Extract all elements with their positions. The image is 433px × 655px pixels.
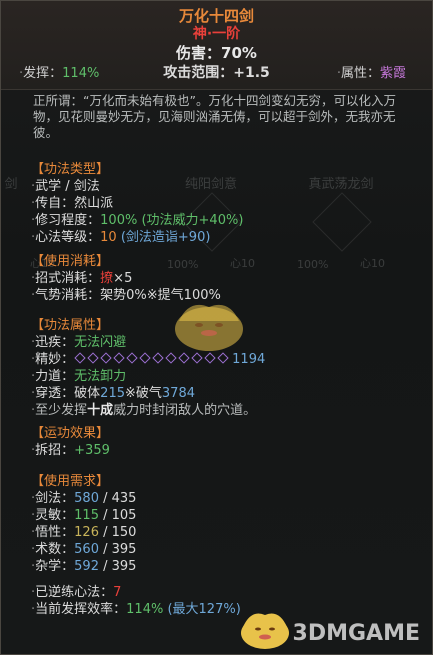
xinfa-row: ·心法等级：10 (剑法造诣+90) <box>31 230 211 245</box>
diamond-icon <box>126 352 138 364</box>
parry-label: 拆招： <box>35 443 75 458</box>
move-cost-row: ·招式消耗：撩×5 <box>31 271 133 286</box>
requirement-row: ·灵敏：115 / 105 <box>31 508 137 523</box>
mascot-logo-icon <box>241 613 289 649</box>
reverse-row: ·已逆练心法：7 <box>31 585 122 600</box>
penetration-row: ·穿透：破体215※破气3784 <box>31 386 195 401</box>
efficiency-value: 114% <box>126 602 164 617</box>
diamond-icon <box>152 352 164 364</box>
requirement-label: 杂学： <box>35 559 75 574</box>
practice-row: ·修习程度：100% (功法威力+40%) <box>31 213 244 228</box>
requirement-row: ·悟性：126 / 150 <box>31 525 137 540</box>
section-heading: 【使用消耗】 <box>31 254 110 269</box>
section-heading: 【使用需求】 <box>31 474 110 489</box>
mascot-watermark-icon <box>175 304 243 351</box>
wuxue-row: ·武学 / 剑法 <box>31 179 100 194</box>
parry-row: ·拆招：+359 <box>31 443 110 458</box>
efficiency-row: ·当前发挥效率：114% (最大127%) <box>31 602 241 617</box>
header-stats-row: ·发挥：114% 攻击范围：+1.5 ·属性：紫霞 <box>1 62 432 82</box>
diamond-icon <box>113 352 125 364</box>
section-heading: 【功法类型】 <box>31 162 110 177</box>
requirement-row: ·术数：560 / 395 <box>31 542 137 557</box>
diamond-icon <box>100 352 112 364</box>
attribute-stat: ·属性：紫霞 <box>336 66 406 81</box>
xinfa-bonus: (剑法造诣+90) <box>120 230 211 245</box>
effect-post: 威力时封闭敌人的穴道。 <box>113 403 257 418</box>
efficiency-label: 当前发挥效率： <box>35 602 127 617</box>
source-row: ·传自：然山派 <box>31 196 114 211</box>
skill-cost-section: 【使用消耗】 ·招式消耗：撩×5 ·气势消耗：架势0%※提气100% <box>31 250 420 303</box>
diamond-icon <box>139 352 151 364</box>
skill-bottom-section: ·已逆练心法：7 ·当前发挥效率：114% (最大127%) <box>31 581 420 617</box>
requirement-row: ·剑法：580 / 435 <box>31 491 137 506</box>
tooltip-header: 万化十四剑 神·一阶 伤害：70% ·发挥：114% 攻击范围：+1.5 ·属性… <box>1 1 432 90</box>
attribute-value: 紫霞 <box>379 66 406 81</box>
efficiency-max: (最大127%) <box>167 602 241 617</box>
xinfa-label: 心法等级： <box>35 230 101 245</box>
skill-damage: 伤害：70% <box>176 44 257 62</box>
effect-bold: 十成 <box>87 403 114 418</box>
skill-type-section: 【功法类型】 ·武学 / 剑法 ·传自：然山派 ·修习程度：100% (功法威力… <box>31 158 420 245</box>
diamond-icon <box>87 352 99 364</box>
effect-pre: 至少发挥 <box>35 403 88 418</box>
requirement-row: ·杂学：592 / 395 <box>31 559 137 574</box>
skill-requirements-section: 【使用需求】 ·剑法：580 / 435 ·灵敏：115 / 105 ·悟性：1… <box>31 470 420 574</box>
attribute-label: 属性： <box>340 66 380 81</box>
xinfa-value: 10 <box>100 230 117 245</box>
momentum-cost-label: 气势消耗： <box>35 288 101 303</box>
parry-value: +359 <box>74 443 110 458</box>
diamond-icon <box>74 352 86 364</box>
skill-yungong-section: 【运功效果】 ·拆招：+359 <box>31 422 420 458</box>
section-heading: 【运功效果】 <box>31 426 110 441</box>
skill-description: 正所谓：“万化而未始有极也”。万化十四剑变幻无穷，可以化入万物，见花则曼妙无方，… <box>33 93 396 140</box>
requirement-needed: 395 <box>111 559 137 574</box>
effect-row: ·至少发挥十成威力时封闭敌人的穴道。 <box>31 403 257 418</box>
skill-tooltip-panel: 剑 心10 纯阳剑意 100% 心10 真武荡龙剑 100% 心10 万化十四剑… <box>0 0 433 655</box>
skill-rank: 神·一阶 <box>192 26 241 42</box>
requirement-current: 592 <box>74 559 99 574</box>
strength-row: ·力道：无法卸力 <box>31 369 127 384</box>
site-watermark: 3DMGAME <box>292 621 420 646</box>
